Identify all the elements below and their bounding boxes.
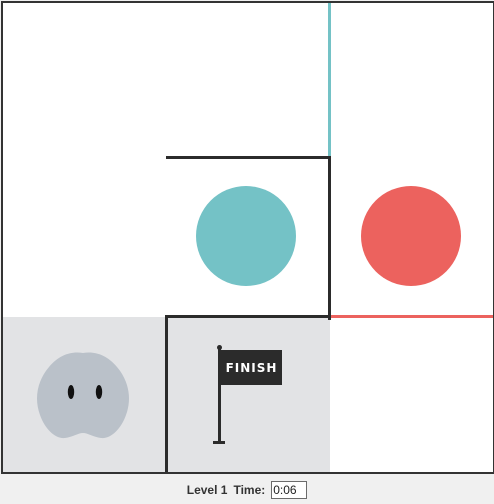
finish-flag-label: FINISH <box>221 350 282 385</box>
wall-middle-vertical <box>328 156 331 320</box>
red-wall <box>331 315 493 318</box>
wall-top-horizontal <box>166 156 331 159</box>
time-label: Time: <box>233 483 266 497</box>
red-ball[interactable] <box>361 186 461 286</box>
wall-left-vertical <box>165 315 168 472</box>
teal-ball[interactable] <box>196 186 296 286</box>
blob-creature-icon[interactable] <box>33 347 133 443</box>
flag-pole-base <box>213 441 225 444</box>
teal-wall <box>328 3 331 159</box>
time-field[interactable] <box>271 481 308 499</box>
wall-bottom-horizontal <box>165 315 331 318</box>
level-indicator: Level 1 <box>186 483 228 497</box>
status-bar: Level 1 Time: <box>0 476 494 504</box>
finish-flag-icon[interactable]: FINISH <box>213 345 285 447</box>
game-board[interactable]: FINISH <box>1 1 494 474</box>
